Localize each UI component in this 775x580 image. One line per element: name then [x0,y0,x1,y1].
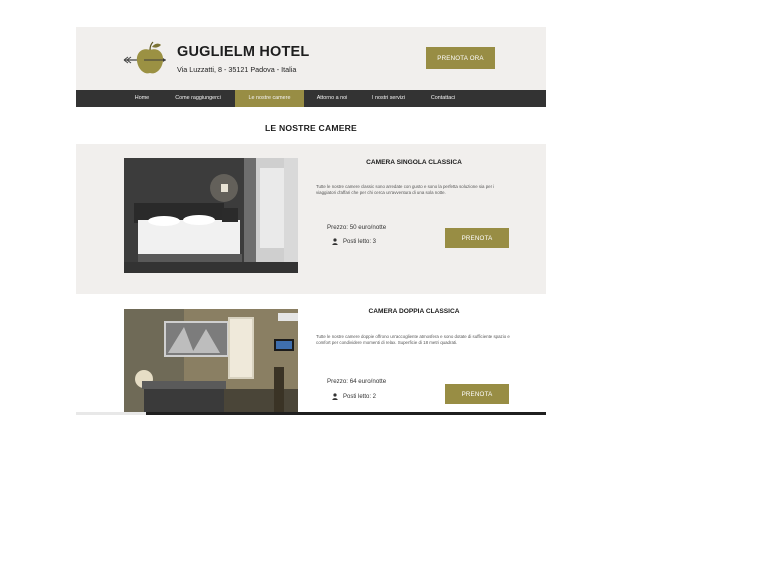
nav-item-come-raggiungerci[interactable]: Come raggiungerci [166,90,230,107]
room-card-doppia: CAMERA DOPPIA CLASSICA Tutte le nostre c… [76,294,546,415]
room-name: CAMERA DOPPIA CLASSICA [368,308,460,315]
room-beds-label: Posti letto: 3 [343,238,377,245]
room-price: Prezzo: 64 euro/notte [327,378,387,385]
hotel-page: GUGLIELM HOTEL Via Luzzatti, 8 - 35121 P… [76,27,546,415]
hotel-address: Via Luzzatti, 8 - 35121 Padova - Italia [177,65,297,74]
nav-item-contattaci[interactable]: Contattaci [424,90,462,107]
nav-item-le-nostre-camere[interactable]: Le nostre camere [235,90,304,107]
room-card-singola: CAMERA SINGOLA CLASSICA Tutte le nostre … [76,144,546,294]
nav-item-i-nostri-servizi[interactable]: I nostri servizi [364,90,413,107]
main-nav: Home Come raggiungerci Le nostre camere … [76,90,546,107]
user-icon [332,393,338,400]
site-header: GUGLIELM HOTEL Via Luzzatti, 8 - 35121 P… [76,27,546,90]
nav-item-attorno-a-noi[interactable]: Attorno a noi [310,90,354,107]
book-room-button[interactable]: PRENOTA [445,228,509,248]
room-name: CAMERA SINGOLA CLASSICA [366,159,462,166]
room-beds: Posti letto: 2 [332,393,376,400]
apple-with-arrow-icon[interactable] [122,41,170,77]
room-description: Tutte le nostre camere doppie offrono un… [316,334,510,345]
room-description: Tutte le nostre camere classic sono arre… [316,184,495,195]
page-title: LE NOSTRE CAMERE [264,123,357,133]
nav-item-home[interactable]: Home [128,90,156,107]
room-beds-label: Posti letto: 2 [343,393,377,400]
scroll-thumb[interactable] [76,412,146,415]
room-photo-doppia[interactable] [124,309,298,415]
book-now-button[interactable]: PRENOTA ORA [426,47,495,69]
scroll-indicator[interactable] [76,412,546,415]
book-room-button[interactable]: PRENOTA [445,384,509,404]
room-photo-singola[interactable] [124,158,298,273]
room-price: Prezzo: 50 euro/notte [327,224,387,231]
user-icon [332,238,338,245]
hotel-name: GUGLIELM HOTEL [177,44,310,60]
room-beds: Posti letto: 3 [332,238,376,245]
